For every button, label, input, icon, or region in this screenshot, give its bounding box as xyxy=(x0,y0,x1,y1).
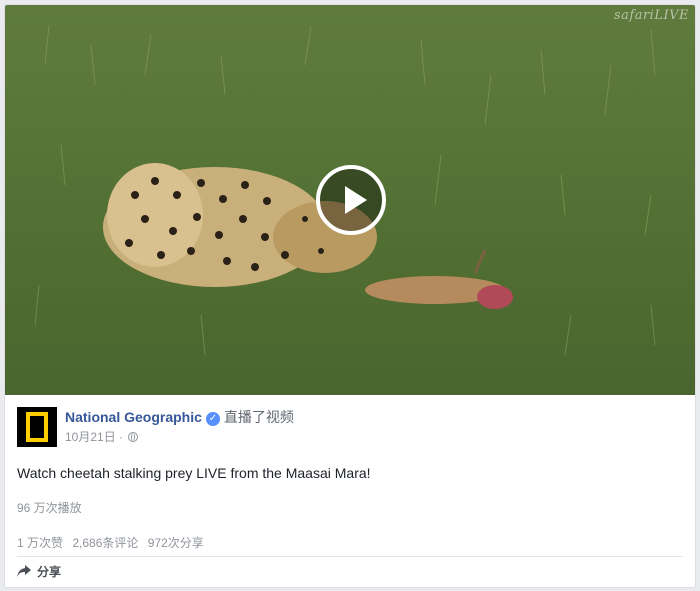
globe-icon[interactable] xyxy=(128,432,139,442)
action-text: 直播了视频 xyxy=(223,409,294,425)
post-card: safariLIVE National Geographic ✓ 直播了视频 10月… xyxy=(4,4,696,588)
verified-check-icon: ✓ xyxy=(205,412,220,426)
video-player[interactable]: safariLIVE xyxy=(5,5,695,395)
comment-count[interactable]: 2,686条评论 xyxy=(72,536,138,550)
watermark: safariLIVE xyxy=(613,8,689,23)
share-label: 分享 xyxy=(37,564,62,579)
engagement-stats: 1 万次赞 2,686条评论 972次分享 xyxy=(17,534,683,552)
play-icon xyxy=(345,186,367,214)
reaction-count[interactable]: 1 万次赞 xyxy=(17,536,63,550)
share-icon xyxy=(17,565,31,577)
post-text: Watch cheetah stalking prey LIVE from th… xyxy=(17,465,371,481)
page-name[interactable]: National Geographic xyxy=(65,409,202,425)
natgeo-logo-icon xyxy=(26,412,48,442)
post-info: National Geographic ✓ 直播了视频 10月21日 · Watch… xyxy=(5,395,695,585)
page-name-link[interactable]: National Geographic ✓ 直播了视频 xyxy=(65,407,294,427)
meta-separator: · xyxy=(119,430,124,444)
post-header: National Geographic ✓ 直播了视频 10月21日 · xyxy=(17,395,683,451)
share-button[interactable]: 分享 xyxy=(17,557,683,585)
avatar[interactable] xyxy=(17,407,57,447)
view-count: 96 万次播放 xyxy=(17,501,82,515)
post-meta: 10月21日 · xyxy=(65,428,139,445)
play-button[interactable] xyxy=(316,165,386,235)
share-count[interactable]: 972次分享 xyxy=(148,536,204,550)
post-date[interactable]: 10月21日 xyxy=(65,430,116,444)
